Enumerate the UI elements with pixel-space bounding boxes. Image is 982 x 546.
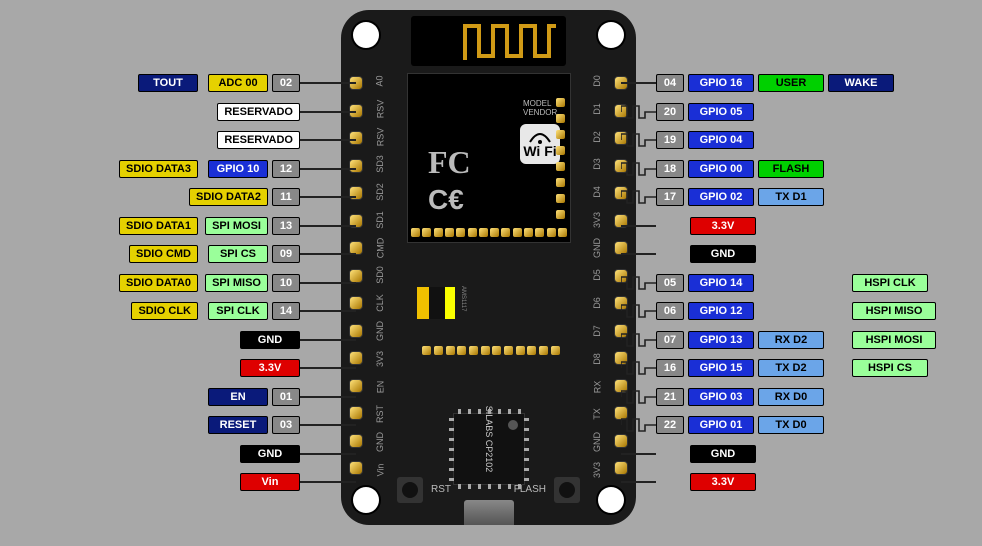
pinout-label: SPI CS [208,245,268,263]
pinout-label: 06 [656,302,684,320]
pinout-label: GND [240,331,300,349]
pinout-label: SPI MISO [205,274,268,292]
pinout-label: RX D2 [758,331,824,349]
pinout-label: 21 [656,388,684,406]
flash-label: FLASH [514,484,546,495]
pinout-label: 04 [656,74,684,92]
pcb-antenna-icon [411,16,566,66]
pinout-label: HSPI CS [852,359,928,377]
mount-hole-icon [353,22,379,48]
pinout-label: 17 [656,188,684,206]
pinout-label: GPIO 16 [688,74,754,92]
pinout-label: GPIO 12 [688,302,754,320]
flash-button[interactable] [554,477,580,503]
pinout-label: HSPI MOSI [852,331,936,349]
pinout-label: SDIO DATA0 [119,274,198,292]
pinout-label: GPIO 00 [688,160,754,178]
pinout-label: GPIO 01 [688,416,754,434]
pinout-label: 3.3V [240,359,300,377]
rst-label: RST [431,484,451,495]
pinout-label: 10 [272,274,300,292]
pinout-label: GPIO 13 [688,331,754,349]
regulator-label: AMS1117 [460,286,466,302]
pinout-label: 02 [272,74,300,92]
ce-icon: C€ [428,184,464,216]
pinout-label: FLASH [758,160,824,178]
pinout-label: GND [240,445,300,463]
pinout-label: SDIO CMD [129,245,198,263]
pinout-label: GPIO 03 [688,388,754,406]
pinout-label: 16 [656,359,684,377]
rst-button[interactable] [397,477,423,503]
fcc-icon: FC [428,144,471,181]
pinout-label: USER [758,74,824,92]
cp2102-chip-icon: SILABS CP2102 [453,413,525,485]
pinout-label: SPI CLK [208,302,268,320]
pinout-label: WAKE [828,74,894,92]
pinout-label: SDIO DATA2 [189,188,268,206]
pinout-label: GPIO 02 [688,188,754,206]
pinout-label: 22 [656,416,684,434]
pinout-label: 05 [656,274,684,292]
pinout-label: GND [690,445,756,463]
pinout-label: 13 [272,217,300,235]
pinout-label: TX D1 [758,188,824,206]
pinout-label: 20 [656,103,684,121]
pinout-label: TX D2 [758,359,824,377]
pinout-label: 3.3V [690,217,756,235]
mount-hole-icon [598,22,624,48]
wifi-logo-icon: Wi Fi [520,124,560,164]
pinout-label: 01 [272,388,300,406]
pinout-label: SDIO CLK [131,302,198,320]
pinout-label: RX D0 [758,388,824,406]
micro-usb-port-icon [464,500,514,525]
pinout-label: 03 [272,416,300,434]
pinout-label: 11 [272,188,300,206]
pinout-label: EN [208,388,268,406]
mount-hole-icon [353,487,379,513]
pinout-label: SPI MOSI [205,217,268,235]
pinout-label: RESERVADO [217,131,300,149]
pinout-label: TOUT [138,74,198,92]
pinout-label: 12 [272,160,300,178]
pinout-label: GPIO 10 [208,160,268,178]
pinout-label: 07 [656,331,684,349]
pinout-label: 09 [272,245,300,263]
pinout-label: GND [690,245,756,263]
nodemcu-board: FC C€ MODEL VENDOR Wi Fi AMS1117 SILABS … [341,10,636,525]
pinout-label: RESET [208,416,268,434]
esp8266-module: FC C€ MODEL VENDOR Wi Fi [407,73,571,243]
pinout-label: SDIO DATA1 [119,217,198,235]
pinout-label: GPIO 15 [688,359,754,377]
pinout-label: GPIO 05 [688,103,754,121]
pinout-label: GPIO 04 [688,131,754,149]
pinout-label: 19 [656,131,684,149]
pinout-label: TX D0 [758,416,824,434]
pinout-label: HSPI CLK [852,274,928,292]
wifi-text: Wi Fi [523,144,556,158]
pinout-label: 3.3V [690,473,756,491]
header-row-icon [421,346,561,360]
pinout-label: Vin [240,473,300,491]
pinout-label: RESERVADO [217,103,300,121]
usbchip-label: SILABS CP2102 [484,404,494,474]
pinout-label: 18 [656,160,684,178]
pinout-label: SDIO DATA3 [119,160,198,178]
pinout-label: 14 [272,302,300,320]
pinout-label: ADC 00 [208,74,268,92]
pinout-label: HSPI MISO [852,302,936,320]
ams1117-regulator-icon: AMS1117 [429,287,445,319]
mount-hole-icon [598,487,624,513]
pinout-label: GPIO 14 [688,274,754,292]
